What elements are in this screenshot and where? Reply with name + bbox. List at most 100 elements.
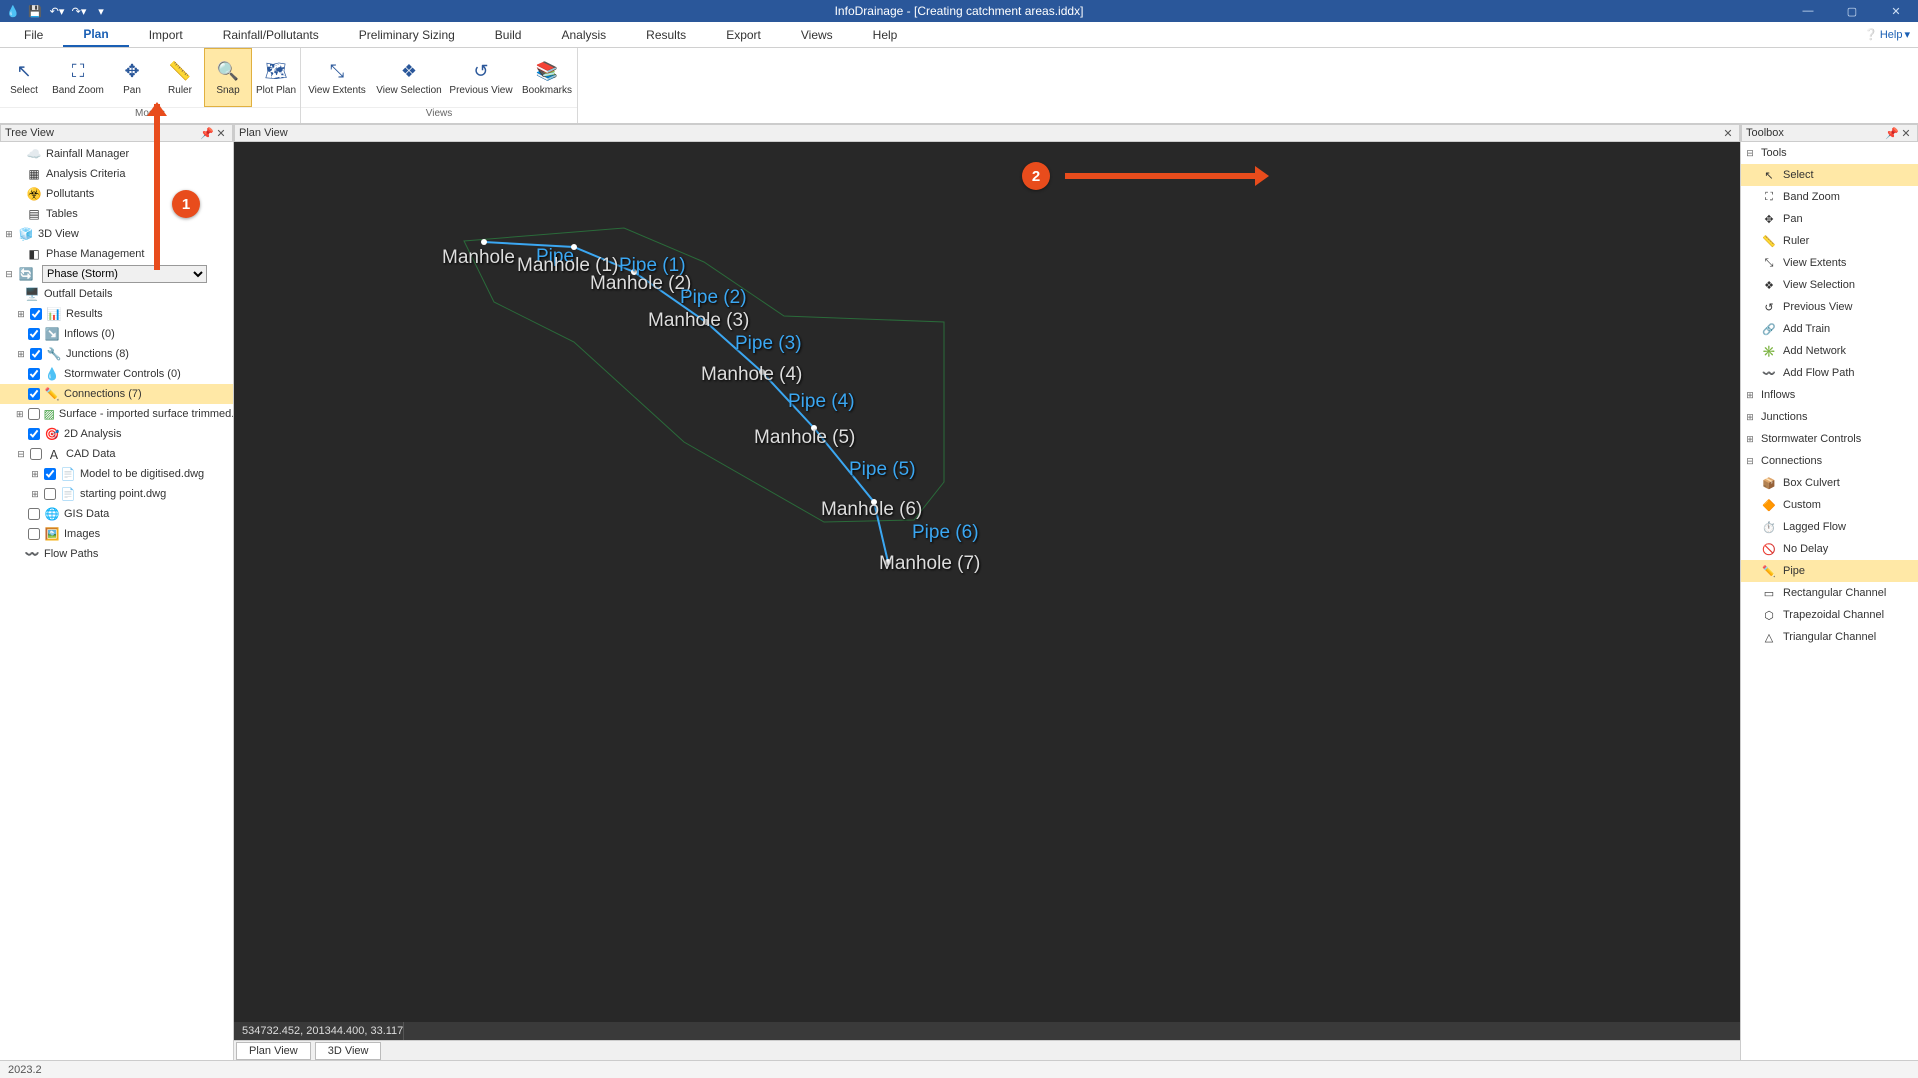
menu-file[interactable]: File xyxy=(4,24,63,46)
gis-checkbox[interactable] xyxy=(28,508,40,520)
help-corner[interactable]: ❔ Help ▾ xyxy=(1864,28,1910,41)
storm-checkbox[interactable] xyxy=(28,368,40,380)
toolbox-panel: Toolbox 📌 ✕ ⊟Tools ↖Select ⛶Band Zoom ✥P… xyxy=(1740,124,1918,1060)
tab-3d-view[interactable]: 3D View xyxy=(315,1042,382,1060)
ribbon-plot-plan[interactable]: 🗺Plot Plan xyxy=(252,48,300,107)
band-zoom-icon: ⛶ xyxy=(1761,189,1777,205)
toolbox-tools-header[interactable]: ⊟Tools xyxy=(1741,142,1918,164)
tree-connections[interactable]: ✏️Connections (7) xyxy=(0,384,233,404)
ribbon-band-zoom[interactable]: ⛶Band Zoom xyxy=(48,48,108,107)
redo-icon[interactable]: ↷▾ xyxy=(72,4,86,18)
toolbox-trap-channel[interactable]: ⬡Trapezoidal Channel xyxy=(1741,604,1918,626)
box-culvert-icon: 📦 xyxy=(1761,475,1777,491)
close-icon[interactable]: ✕ xyxy=(1899,127,1913,140)
toolbox-connections-header[interactable]: ⊟Connections xyxy=(1741,450,1918,472)
starting-checkbox[interactable] xyxy=(44,488,56,500)
close-icon[interactable]: ✕ xyxy=(1721,127,1735,140)
toolbox-inflows-header[interactable]: ⊞Inflows xyxy=(1741,384,1918,406)
menu-views[interactable]: Views xyxy=(781,24,853,46)
toolbox-add-network[interactable]: ✳️Add Network xyxy=(1741,340,1918,362)
tree-phase-row[interactable]: ⊟🔄Phase (Storm) xyxy=(0,264,233,284)
menu-export[interactable]: Export xyxy=(706,24,781,46)
menu-plan[interactable]: Plan xyxy=(63,23,128,47)
model-checkbox[interactable] xyxy=(44,468,56,480)
tree-starting-pt[interactable]: ⊞📄starting point.dwg xyxy=(0,484,233,504)
tree-2d-analysis[interactable]: 🎯2D Analysis xyxy=(0,424,233,444)
ribbon-view-extents[interactable]: ⤡View Extents xyxy=(301,48,373,107)
tree-gis-data[interactable]: 🌐GIS Data xyxy=(0,504,233,524)
surface-checkbox[interactable] xyxy=(28,408,40,420)
phase-select[interactable]: Phase (Storm) xyxy=(42,265,207,283)
menu-help[interactable]: Help xyxy=(853,24,918,46)
toolbox-rect-channel[interactable]: ▭Rectangular Channel xyxy=(1741,582,1918,604)
tree-images[interactable]: 🖼️Images xyxy=(0,524,233,544)
tree-model-dwg[interactable]: ⊞📄Model to be digitised.dwg xyxy=(0,464,233,484)
tree-surface[interactable]: ⊞▨Surface - imported surface trimmed.ids… xyxy=(0,404,233,424)
phase-icon: ◧ xyxy=(26,246,42,262)
table-icon: ▤ xyxy=(26,206,42,222)
toolbox-previous-view[interactable]: ↺Previous View xyxy=(1741,296,1918,318)
ribbon-snap[interactable]: 🔍Snap xyxy=(204,48,252,107)
maximize-button[interactable]: ▢ xyxy=(1830,0,1874,22)
toolbox-custom[interactable]: 🔶Custom xyxy=(1741,494,1918,516)
plan-header: Plan View ✕ xyxy=(234,124,1740,142)
toolbox-pan[interactable]: ✥Pan xyxy=(1741,208,1918,230)
tree-cad-data[interactable]: ⊟ＡCAD Data xyxy=(0,444,233,464)
toolbox-box-culvert[interactable]: 📦Box Culvert xyxy=(1741,472,1918,494)
toolbox-view-extents[interactable]: ⤡View Extents xyxy=(1741,252,1918,274)
toolbox-junctions-header[interactable]: ⊞Junctions xyxy=(1741,406,1918,428)
menu-build[interactable]: Build xyxy=(475,24,542,46)
results-checkbox[interactable] xyxy=(30,308,42,320)
menu-results[interactable]: Results xyxy=(626,24,706,46)
minimize-button[interactable]: — xyxy=(1786,0,1830,22)
analysis2d-checkbox[interactable] xyxy=(28,428,40,440)
toolbox-ruler[interactable]: 📏Ruler xyxy=(1741,230,1918,252)
ribbon-view-selection[interactable]: ❖View Selection xyxy=(373,48,445,107)
tab-plan-view[interactable]: Plan View xyxy=(236,1042,311,1060)
undo-icon[interactable]: ↶▾ xyxy=(50,4,64,18)
tree-inflows[interactable]: ↘️Inflows (0) xyxy=(0,324,233,344)
connections-checkbox[interactable] xyxy=(28,388,40,400)
close-button[interactable]: ✕ xyxy=(1874,0,1918,22)
tree-junctions[interactable]: ⊞🔧Junctions (8) xyxy=(0,344,233,364)
toolbox-band-zoom[interactable]: ⛶Band Zoom xyxy=(1741,186,1918,208)
toolbox-stormwater-header[interactable]: ⊞Stormwater Controls xyxy=(1741,428,1918,450)
toolbox-pipe[interactable]: ✏️Pipe xyxy=(1741,560,1918,582)
qat-customize-icon[interactable]: ▾ xyxy=(94,4,108,18)
tree-phase-management[interactable]: ◧Phase Management xyxy=(0,244,233,264)
tree-rainfall-manager[interactable]: ☁️Rainfall Manager xyxy=(0,144,233,164)
toolbox-view-selection[interactable]: ❖View Selection xyxy=(1741,274,1918,296)
toolbox-no-delay[interactable]: 🚫No Delay xyxy=(1741,538,1918,560)
ruler-icon: 📏 xyxy=(1761,233,1777,249)
tree-outfall[interactable]: 🖥️Outfall Details xyxy=(0,284,233,304)
cad-checkbox[interactable] xyxy=(30,448,42,460)
save-icon[interactable]: 💾 xyxy=(28,4,42,18)
toolbox-tri-channel[interactable]: △Triangular Channel xyxy=(1741,626,1918,648)
ribbon-previous-view[interactable]: ↺Previous View xyxy=(445,48,517,107)
menu-rainfall[interactable]: Rainfall/Pollutants xyxy=(203,24,339,46)
pin-icon[interactable]: 📌 xyxy=(200,127,214,140)
tree-results[interactable]: ⊞📊Results xyxy=(0,304,233,324)
pipe-icon: ✏️ xyxy=(1761,563,1777,579)
toolbox-select[interactable]: ↖Select xyxy=(1741,164,1918,186)
tree-flow-paths[interactable]: 〰️Flow Paths xyxy=(0,544,233,564)
toolbox-lagged-flow[interactable]: ⏱️Lagged Flow xyxy=(1741,516,1918,538)
toolbox-body[interactable]: ⊟Tools ↖Select ⛶Band Zoom ✥Pan 📏Ruler ⤡V… xyxy=(1741,142,1918,1060)
inflows-checkbox[interactable] xyxy=(28,328,40,340)
ribbon-bookmarks[interactable]: 📚Bookmarks xyxy=(517,48,577,107)
plan-canvas[interactable]: Manhole Pipe Manhole (1) Pipe (1) Manhol… xyxy=(234,142,1740,1022)
toolbox-add-train[interactable]: 🔗Add Train xyxy=(1741,318,1918,340)
tree-body[interactable]: ☁️Rainfall Manager ▦Analysis Criteria ☣️… xyxy=(0,142,233,1060)
menu-prelim[interactable]: Preliminary Sizing xyxy=(339,24,475,46)
close-icon[interactable]: ✕ xyxy=(214,127,228,140)
toolbox-add-flow-path[interactable]: 〰️Add Flow Path xyxy=(1741,362,1918,384)
tree-3d-view[interactable]: ⊞🧊3D View xyxy=(0,224,233,244)
ribbon-select[interactable]: ↖Select xyxy=(0,48,48,107)
pin-icon[interactable]: 📌 xyxy=(1885,127,1899,140)
menu-analysis[interactable]: Analysis xyxy=(541,24,626,46)
tree-analysis-criteria[interactable]: ▦Analysis Criteria xyxy=(0,164,233,184)
junctions-checkbox[interactable] xyxy=(30,348,42,360)
tree-stormwater[interactable]: 💧Stormwater Controls (0) xyxy=(0,364,233,384)
images-checkbox[interactable] xyxy=(28,528,40,540)
menu-import[interactable]: Import xyxy=(129,24,203,46)
